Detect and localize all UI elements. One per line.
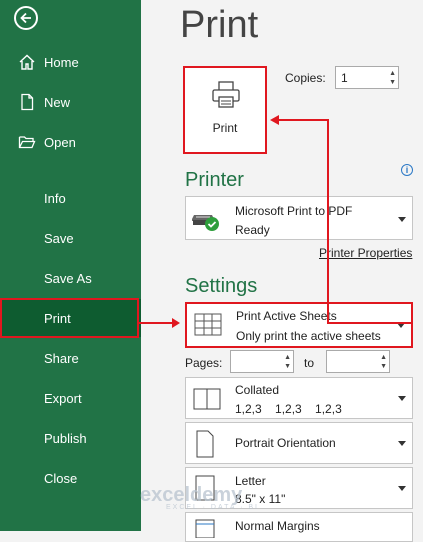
exceldemy-watermark: exceldemy EXCEL · DATA · BI bbox=[140, 484, 259, 511]
annotation-arrows bbox=[139, 115, 413, 328]
watermark-tagline: EXCEL · DATA · BI bbox=[166, 504, 259, 511]
arrowhead bbox=[270, 115, 279, 125]
arrow-to-print-button bbox=[279, 119, 413, 324]
watermark-brand: exceldemy bbox=[140, 484, 243, 506]
arrowhead bbox=[172, 318, 180, 328]
